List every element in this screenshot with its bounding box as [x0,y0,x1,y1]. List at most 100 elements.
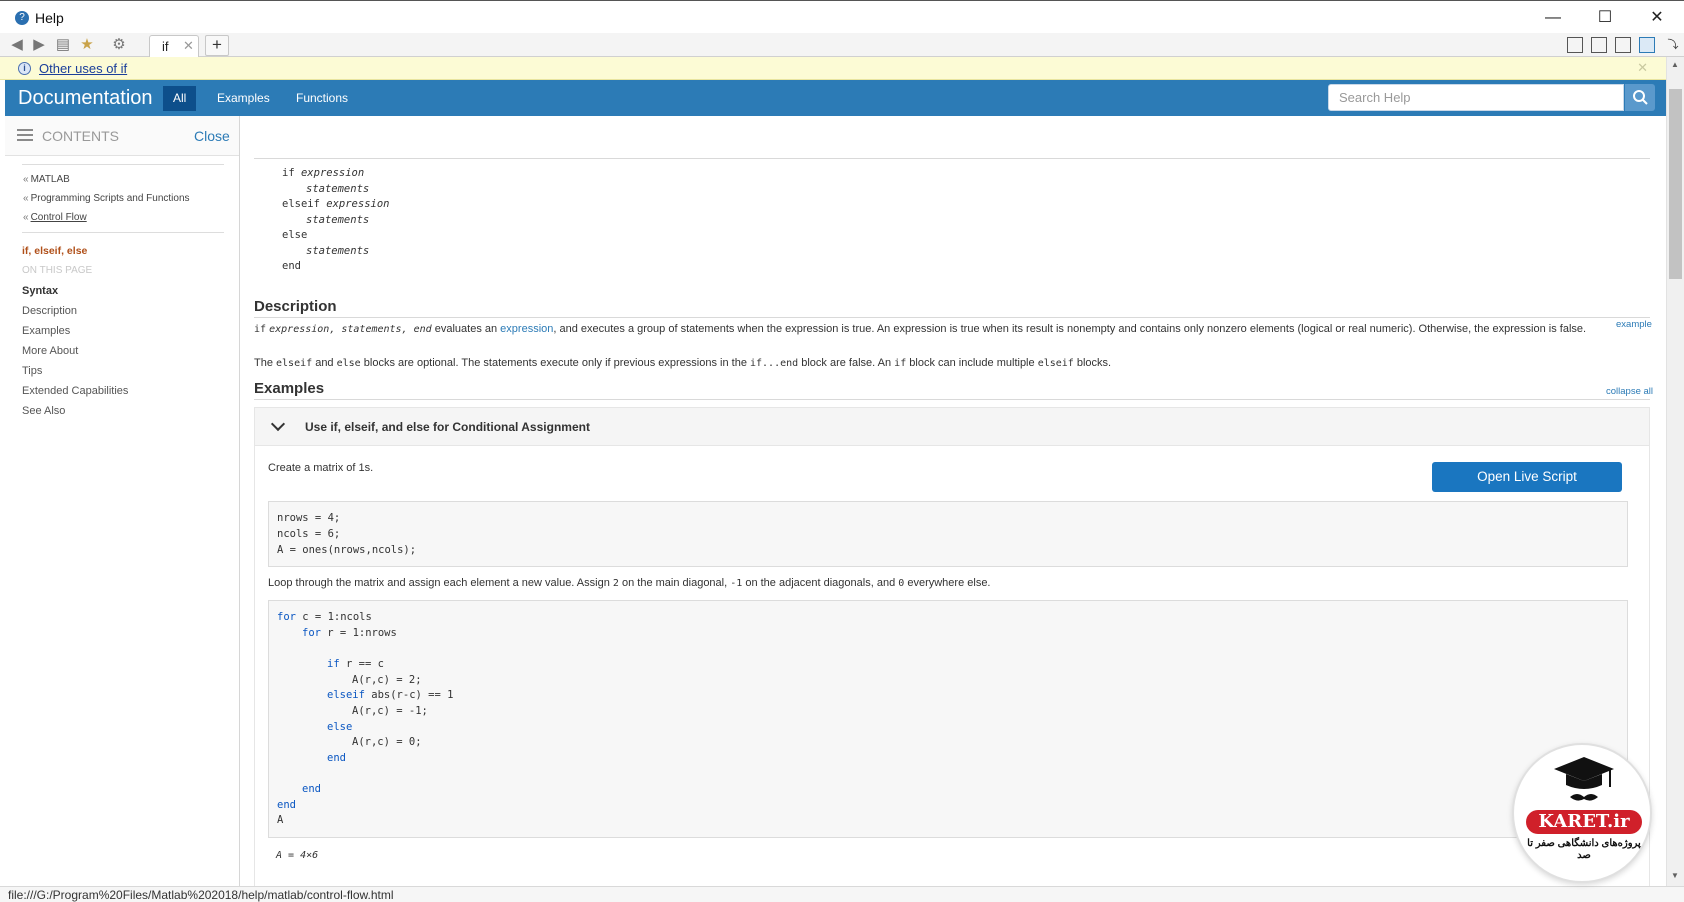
back-arrow-icon[interactable]: ◀ [8,36,26,54]
breadcrumb-programming[interactable]: «Programming Scripts and Functions [23,193,190,204]
syntax-line: statements [306,183,370,195]
window-title: Help [35,10,64,26]
grid-layout-icon[interactable] [1567,37,1583,53]
code-block-loop[interactable] [268,600,1628,838]
code-line: for r = 1:nrows [302,627,397,639]
syntax-divider [254,158,1650,159]
example-expander[interactable]: Use if, elseif, and else for Conditional… [254,407,1650,446]
documentation-header: Documentation All Examples Functions [5,80,1666,116]
scroll-down-arrow-icon[interactable]: ▼ [1671,871,1679,880]
scrollbar-thumb[interactable] [1669,89,1682,279]
open-live-script-button[interactable]: Open Live Script [1432,462,1622,492]
description-heading: Description [254,298,337,315]
contents-header: CONTENTS Close [5,116,239,156]
code-line: else [327,721,353,733]
notice-close-icon[interactable]: ✕ [1637,60,1648,76]
status-url: file:///G:/Program%20Files/Matlab%202018… [8,888,394,902]
breadcrumb-label: Control Flow [30,212,87,223]
split-horizontal-icon[interactable] [1615,37,1631,53]
other-uses-link[interactable]: Other uses of if [39,61,127,76]
breadcrumb-label: Programming Scripts and Functions [30,193,190,204]
loop-description-text: Loop through the matrix and assign each … [268,577,991,589]
description-optional-paragraph: The elseif and else blocks are optional.… [254,357,1112,369]
scroll-up-arrow-icon[interactable]: ▲ [1671,60,1679,69]
sidebar-item-syntax[interactable]: Syntax [22,285,58,297]
print-icon[interactable]: ▤ [54,36,72,54]
watermark-brand: KARET.ir [1526,810,1642,834]
current-page-label: if, elseif, else [22,245,88,257]
sidebar-item-tips[interactable]: Tips [22,365,42,377]
sidebar-item-see-also[interactable]: See Also [22,405,65,417]
code-line: A(r,c) = -1; [352,705,428,717]
code-line: A(r,c) = 0; [352,736,422,748]
code-line: end [277,799,296,811]
sidebar-item-extended-capabilities[interactable]: Extended Capabilities [22,385,128,397]
favorites-star-icon[interactable]: ★ [78,36,96,54]
minimize-button[interactable]: — [1530,5,1576,31]
main-content: if expression statements elseif expressi… [240,116,1666,886]
tab-examples[interactable]: Examples [207,86,280,111]
notice-bar: i Other uses of if ✕ [0,57,1666,80]
example-title: Use if, elseif, and else for Conditional… [305,420,590,434]
code-block-setup[interactable] [268,501,1628,567]
output-label: A = 4×6 [276,850,319,861]
search-input[interactable] [1328,84,1624,111]
info-icon: i [18,62,31,75]
close-contents-link[interactable]: Close [194,128,230,144]
collapse-all-link[interactable]: collapse all [1606,386,1653,397]
sidebar-item-more-about[interactable]: More About [22,345,78,357]
new-tab-button[interactable]: + [205,35,229,56]
split-vertical-icon[interactable] [1591,37,1607,53]
code-line: A = ones(nrows,ncols); [277,544,417,556]
forward-arrow-icon[interactable]: ▶ [30,36,48,54]
help-app-icon: ? [15,11,29,25]
code-line: elseif abs(r-c) == 1 [327,689,454,701]
title-bar: ? Help — ☐ ✕ [0,0,1684,33]
sidebar-item-examples[interactable]: Examples [22,325,70,337]
examples-divider [254,399,1650,400]
description-paragraph: if expression, statements, end evaluates… [254,323,1587,335]
syntax-line: else [282,229,308,241]
breadcrumb-matlab[interactable]: «MATLAB [23,174,70,185]
example-intro-text: Create a matrix of 1s. [268,462,374,474]
sidebar-item-description[interactable]: Description [22,305,77,317]
syntax-line: if expression [282,167,365,179]
code-line: end [302,783,321,795]
on-this-page-label: ON THIS PAGE [22,265,93,276]
code-line: A(r,c) = 2; [352,674,422,686]
tab-label: if [162,39,169,54]
syntax-line: end [282,260,301,272]
code-line: ncols = 6; [277,528,341,540]
tab-if[interactable]: if ✕ [149,35,199,57]
karet-watermark-logo: KARET.ir پروژه‌های دانشگاهی صفر تا صد [1512,743,1652,883]
examples-heading: Examples [254,380,325,397]
single-layout-icon[interactable] [1639,37,1655,53]
search-button[interactable] [1625,84,1655,111]
expression-link[interactable]: expression [500,323,553,335]
close-window-button[interactable]: ✕ [1634,5,1680,31]
search-icon [1633,90,1648,105]
tab-all[interactable]: All [163,86,197,111]
help-toolbar: ◀ ▶ ▤ ★ ⚙ if ✕ + ⤵ [0,33,1684,57]
tab-close-icon[interactable]: ✕ [183,38,194,54]
watermark-subtitle: پروژه‌های دانشگاهی صفر تا صد [1527,838,1641,861]
status-bar: file:///G:/Program%20Files/Matlab%202018… [0,886,1684,902]
syntax-line: statements [306,245,370,257]
sidebar-divider [22,232,224,233]
panel-menu-icon[interactable]: ⤵ [1664,36,1682,54]
code-line: for c = 1:ncols [277,611,372,623]
code-line: if r == c [327,658,384,670]
sidebar-divider [22,164,224,165]
vertical-scrollbar[interactable]: ▲ ▼ [1666,57,1684,886]
syntax-line: statements [306,214,370,226]
menu-hamburger-icon[interactable] [17,129,33,141]
syntax-line: elseif expression [282,198,390,210]
breadcrumb-control-flow[interactable]: «Control Flow [23,212,87,223]
documentation-brand[interactable]: Documentation [18,87,153,110]
maximize-button[interactable]: ☐ [1582,5,1628,31]
tab-functions[interactable]: Functions [286,86,358,111]
graduation-cap-icon [1554,757,1614,801]
settings-gear-icon[interactable]: ⚙ [110,36,128,54]
breadcrumb-label: MATLAB [30,174,70,185]
example-link[interactable]: example [1616,319,1652,330]
